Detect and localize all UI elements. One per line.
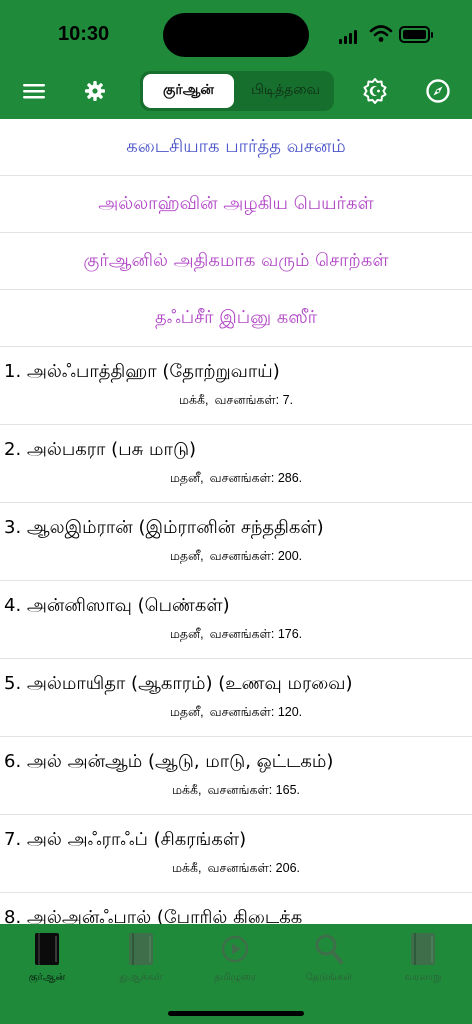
- tab-duas[interactable]: துஆக்கள்: [94, 932, 188, 1002]
- dynamic-island: [163, 13, 309, 57]
- bottom-tab-bar: குர்ஆன் துஆக்கள் தமிழுரை தேடுங்கள் வரலாற…: [0, 924, 472, 1024]
- book-icon: [411, 933, 435, 965]
- cellular-signal-icon: [339, 30, 357, 44]
- revelation-place: மதனீ,: [169, 705, 204, 719]
- chapter-meta: மதனீ, வசனங்கள்: 120.: [0, 705, 472, 721]
- chapter-row[interactable]: 4. அன்னிஸாவு (பெண்கள்) மதனீ, வசனங்கள்: 17…: [0, 581, 472, 659]
- hamburger-menu-icon: [23, 84, 45, 99]
- revelation-place: மக்கீ,: [171, 861, 202, 875]
- search-icon: [315, 934, 343, 964]
- tab-search[interactable]: தேடுங்கள்: [282, 932, 376, 1002]
- verse-count: வசனங்கள்: 206.: [207, 861, 301, 875]
- tab-label: குர்ஆன்: [28, 972, 66, 983]
- qibla-compass-button[interactable]: [420, 73, 456, 109]
- tab-history[interactable]: வரலாறு: [376, 932, 470, 1002]
- chapter-row[interactable]: 2. அல்பகரா (பசு மாடு) மதனீ, வசனங்கள்: 286…: [0, 425, 472, 503]
- chapter-title: 8. அல்அன்ஃபால் (போரில் கிடைக்க: [4, 907, 303, 924]
- verse-count: வசனங்கள்: 7.: [214, 393, 294, 407]
- verse-count: வசனங்கள்: 286.: [209, 471, 303, 485]
- verse-count: வசனங்கள்: 165.: [207, 783, 301, 797]
- chapter-row[interactable]: 6. அல் அன்ஆம் (ஆடு, மாடு, ஒட்டகம்) மக்கீ…: [0, 737, 472, 815]
- battery-icon: [399, 26, 433, 43]
- chapter-meta: மக்கீ, வசனங்கள்: 7.: [0, 393, 472, 409]
- tab-quran[interactable]: குர்ஆன்: [0, 932, 94, 1002]
- chapter-row[interactable]: 7. அல் அஃராஃப் (சிகரங்கள்) மக்கீ, வசனங்கள…: [0, 815, 472, 893]
- content-list[interactable]: கடைசியாக பார்த்த வசனம் அல்லாஹ்வின் அழகிய…: [0, 119, 472, 924]
- hamburger-menu-button[interactable]: [16, 73, 52, 109]
- chapter-meta: மக்கீ, வசனங்கள்: 165.: [0, 783, 472, 799]
- prayer-times-button[interactable]: [357, 73, 393, 109]
- quran-favorites-segmented-control: குர்ஆன் பிடித்தவை: [140, 71, 334, 111]
- home-indicator[interactable]: [168, 1011, 304, 1016]
- book-icon: [129, 933, 153, 965]
- chapter-meta: மதனீ, வசனங்கள்: 176.: [0, 627, 472, 643]
- play-circle-icon: [221, 935, 249, 963]
- book-icon: [35, 933, 59, 965]
- chapter-title: 1. அல்ஃபாத்திஹா (தோற்றுவாய்): [4, 361, 280, 382]
- chapter-title: 6. அல் அன்ஆம் (ஆடு, மாடு, ஒட்டகம்): [4, 751, 334, 772]
- tab-label: தேடுங்கள்: [305, 972, 353, 983]
- chapter-title: 7. அல் அஃராஃப் (சிகரங்கள்): [4, 829, 247, 850]
- compass-icon: [426, 79, 450, 103]
- chapter-meta: மதனீ, வசனங்கள்: 286.: [0, 471, 472, 487]
- segment-quran[interactable]: குர்ஆன்: [143, 74, 234, 108]
- chapter-row[interactable]: 5. அல்மாயிதா (ஆகாரம்) (உணவு மரவை) மதனீ, வ…: [0, 659, 472, 737]
- chapter-row[interactable]: 3. ஆலஇம்ரான் (இம்ரானின் சந்ததிகள்) மதனீ,…: [0, 503, 472, 581]
- chapter-meta: மக்கீ, வசனங்கள்: 206.: [0, 861, 472, 877]
- chapter-meta: மதனீ, வசனங்கள்: 200.: [0, 549, 472, 565]
- status-time: 10:30: [58, 23, 110, 45]
- revelation-place: மக்கீ,: [171, 783, 202, 797]
- tab-label: துஆக்கள்: [119, 972, 163, 983]
- chapter-title: 3. ஆலஇம்ரான் (இம்ரானின் சந்ததிகள்): [4, 517, 324, 538]
- settings-button[interactable]: [77, 73, 113, 109]
- verse-count: வசனங்கள்: 200.: [209, 549, 303, 563]
- revelation-place: மதனீ,: [169, 471, 204, 485]
- chapter-row[interactable]: 1. அல்ஃபாத்திஹா (தோற்றுவாய்) மக்கீ, வசனங்…: [0, 347, 472, 425]
- names-of-allah-link[interactable]: அல்லாஹ்வின் அழகிய பெயர்கள்: [0, 176, 472, 233]
- wifi-icon: [369, 25, 393, 42]
- chapter-title: 5. அல்மாயிதா (ஆகாரம்) (உணவு மரவை): [4, 673, 353, 694]
- segment-favorites[interactable]: பிடித்தவை: [240, 74, 331, 108]
- verse-count: வசனங்கள்: 176.: [209, 627, 303, 641]
- chapter-title: 2. அல்பகரா (பசு மாடு): [4, 439, 197, 460]
- tafsir-ibn-kathir-link[interactable]: தஃப்சீர் இப்னு கஸீர்: [0, 290, 472, 347]
- chapter-title: 4. அன்னிஸாவு (பெண்கள்): [4, 595, 230, 616]
- tab-label: வரலாறு: [404, 972, 442, 983]
- revelation-place: மதனீ,: [169, 549, 204, 563]
- last-viewed-verse-link[interactable]: கடைசியாக பார்த்த வசனம்: [0, 119, 472, 176]
- chapter-row[interactable]: 8. அல்அன்ஃபால் (போரில் கிடைக்க: [0, 893, 472, 924]
- frequent-words-link[interactable]: குர்ஆனில் அதிகமாக வரும் சொற்கள்: [0, 233, 472, 290]
- revelation-place: மதனீ,: [169, 627, 204, 641]
- crescent-star-icon: [363, 78, 387, 104]
- gear-icon: [85, 81, 105, 101]
- revelation-place: மக்கீ,: [178, 393, 209, 407]
- tab-tamil-commentary[interactable]: தமிழுரை: [188, 932, 282, 1002]
- top-bar: 10:30 குர்ஆன் பிடித்தவை: [0, 0, 472, 119]
- tab-label: தமிழுரை: [214, 972, 256, 983]
- verse-count: வசனங்கள்: 120.: [209, 705, 303, 719]
